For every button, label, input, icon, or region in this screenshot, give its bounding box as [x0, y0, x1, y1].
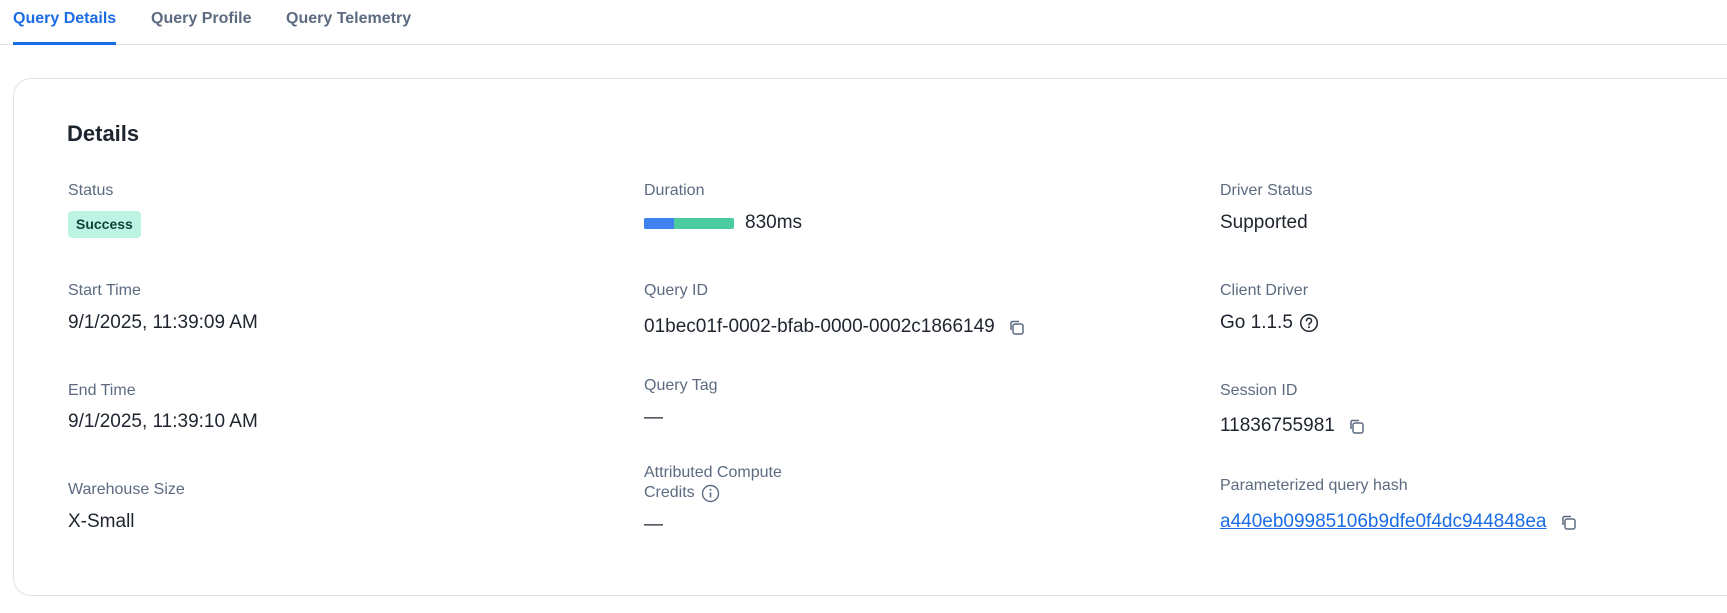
query-tag-value: — [644, 407, 663, 428]
end-time-value: 9/1/2025, 11:39:10 AM [68, 411, 258, 432]
client-driver-value: Go 1.1.5 [1220, 312, 1293, 333]
query-id-row: 01bec01f-0002-bfab-0000-0002c1866149 [644, 315, 1027, 339]
driver-status-value: Supported [1220, 212, 1308, 233]
client-driver-row: Go 1.1.5 [1220, 311, 1319, 335]
duration-bar [644, 217, 734, 229]
duration-value-row: 830ms [644, 211, 802, 235]
status-label: Status [68, 182, 114, 199]
copy-icon[interactable] [1559, 512, 1579, 532]
attributed-credits-label-line1: Attributed Compute [644, 464, 782, 481]
query-id-label: Query ID [644, 282, 709, 299]
tab-query-details[interactable]: Query Details [13, 0, 117, 45]
attributed-credits-value: — [644, 514, 663, 535]
attributed-credits-label-line2: Credits [644, 484, 695, 501]
session-id-label: Session ID [1220, 382, 1298, 399]
end-time-label: End Time [68, 382, 136, 399]
warehouse-size-value: X-Small [68, 511, 135, 532]
duration-bar-fill [644, 217, 674, 229]
copy-icon[interactable] [1347, 416, 1367, 436]
query-id-value: 01bec01f-0002-bfab-0000-0002c1866149 [644, 316, 995, 337]
session-id-row: 11836755981 [1220, 414, 1367, 438]
start-time-label: Start Time [68, 282, 141, 299]
tab-query-profile[interactable]: Query Profile [151, 0, 251, 45]
query-hash-link[interactable]: a440eb09985106b9dfe0f4dc944848ea [1220, 510, 1547, 534]
tab-query-telemetry[interactable]: Query Telemetry [286, 0, 411, 45]
duration-label: Duration [644, 182, 705, 199]
tab-bar: Query Details Query Profile Query Teleme… [0, 0, 1727, 45]
query-tag-label: Query Tag [644, 377, 718, 394]
client-driver-label: Client Driver [1220, 282, 1309, 299]
attributed-credits-label-line2-row: Credits [644, 483, 721, 503]
query-hash-label: Parameterized query hash [1220, 477, 1408, 494]
copy-icon[interactable] [1007, 317, 1027, 337]
question-circle-icon[interactable] [1299, 313, 1319, 333]
session-id-value: 11836755981 [1220, 415, 1335, 436]
status-badge: Success [68, 211, 141, 238]
info-circle-icon[interactable] [701, 483, 721, 503]
query-hash-row: a440eb09985106b9dfe0f4dc944848ea [1220, 510, 1579, 534]
warehouse-size-label: Warehouse Size [68, 481, 185, 498]
driver-status-label: Driver Status [1220, 182, 1313, 199]
details-title: Details [67, 121, 140, 146]
start-time-value: 9/1/2025, 11:39:09 AM [68, 312, 258, 333]
duration-value: 830ms [745, 212, 803, 233]
